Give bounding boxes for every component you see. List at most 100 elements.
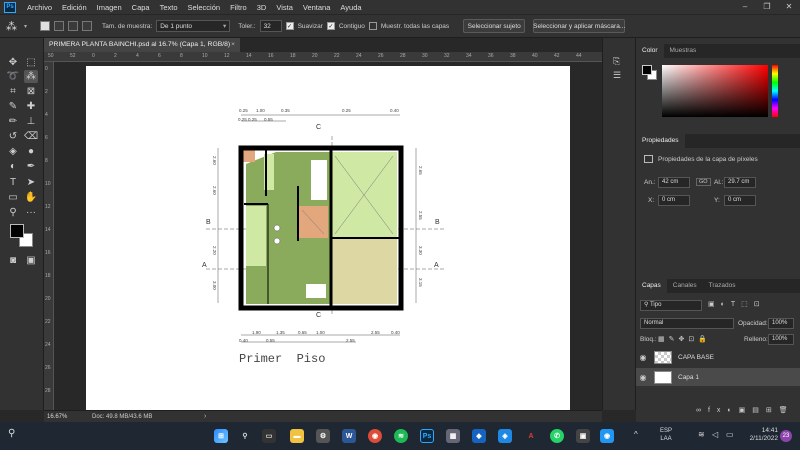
path-select-tool-icon[interactable]: ➤ [24,176,38,189]
menu-3d[interactable]: 3D [252,3,272,12]
link-icon[interactable]: GO [696,178,711,186]
photoshop-icon[interactable]: Ps [420,429,434,443]
maximize-button[interactable]: ❐ [756,0,778,14]
width-input[interactable]: 42 cm [658,177,690,188]
magic-wand-icon[interactable]: ⁂ [6,20,20,33]
frame-tool-icon[interactable]: ⊠ [24,85,38,98]
word-icon[interactable]: W [342,429,356,443]
calculator-icon[interactable]: ▦ [446,429,460,443]
zoom-level[interactable]: 16.67% [44,414,74,420]
windows-start-icon[interactable]: ⊞ [214,429,228,443]
menu-texto[interactable]: Texto [155,3,183,12]
foreground-color-swatch[interactable] [642,65,652,75]
color-picker-field[interactable] [662,65,768,117]
app-icon[interactable]: ▣ [576,429,590,443]
wifi-icon[interactable]: ≋ [698,430,705,439]
clock[interactable]: 14:41 2/11/2022 [742,427,778,443]
pen-tool-icon[interactable]: ✒ [24,160,38,173]
tab-color[interactable]: Color [636,44,664,58]
move-tool-icon[interactable]: ✥ [6,56,20,69]
horizontal-ruler[interactable]: 50 52 0 2 4 6 8 10 12 14 16 18 20 22 24 26 28 30 32 34 36 38 4… [44,52,602,62]
chevron-down-icon[interactable]: ▾ [24,23,36,30]
smooth-checkbox[interactable]: ✓ [285,22,294,30]
language-indicator[interactable]: ESP LAA [660,427,672,443]
contiguous-checkbox[interactable]: ✓ [326,22,335,30]
blur-tool-icon[interactable]: ● [24,145,38,158]
app-icon[interactable]: ◉ [600,429,614,443]
healing-tool-icon[interactable]: ✚ [24,100,38,113]
x-input[interactable]: 0 cm [658,195,690,206]
menu-vista[interactable]: Vista [271,3,298,12]
hand-tool-icon[interactable]: ✋ [24,191,38,204]
dropbox-icon[interactable]: ◆ [472,429,486,443]
tolerance-input[interactable]: 32 [259,20,282,32]
height-input[interactable]: 29.7 cm [724,177,756,188]
search-icon[interactable]: ⚲ [238,429,252,443]
layer-actions[interactable]: ∞fx◐▣▤⊞🗑 [696,406,795,414]
eraser-tool-icon[interactable]: ⌫ [24,130,38,143]
sample-all-checkbox[interactable] [368,22,377,30]
file-explorer-icon[interactable]: ▬ [290,429,304,443]
layer-filter-icons[interactable]: ▣◐T⬚⊡ [708,300,766,308]
lasso-tool-icon[interactable]: ➰ [6,70,20,83]
menu-ayuda[interactable]: Ayuda [335,3,366,12]
add-selection-button[interactable] [54,21,64,31]
volume-icon[interactable]: ◁ [712,430,718,439]
tab-channels[interactable]: Canales [667,279,703,293]
vertical-ruler[interactable]: 0 2 4 6 8 10 12 14 16 18 20 22 24 26 28 [44,62,54,410]
eye-icon[interactable]: ◉ [636,353,650,362]
document-canvas[interactable]: 0.25 1.00 0.35 0.25 0.40 0.25 0.25 0.55 … [86,66,570,410]
chrome-icon[interactable]: ◉ [368,429,382,443]
search-icon[interactable]: ⚲ [8,428,15,439]
menu-imagen[interactable]: Imagen [92,3,127,12]
notification-badge[interactable]: 23 [780,430,792,442]
menu-archivo[interactable]: Archivo [22,3,57,12]
rectangle-tool-icon[interactable]: ▭ [6,191,20,204]
tab-swatches[interactable]: Muestras [664,44,703,58]
battery-icon[interactable]: ▭ [726,430,734,439]
autocad-icon[interactable]: A [524,429,538,443]
close-icon[interactable]: × [231,38,235,52]
zoom-tool-icon[interactable]: ⚲ [6,206,20,219]
tab-paths[interactable]: Trazados [703,279,742,293]
minimize-button[interactable]: – [734,0,756,14]
blend-mode-select[interactable]: Normal [640,318,734,329]
quick-mask-icon[interactable]: ◙ [6,254,20,267]
lock-icons[interactable]: ▦✎✥⊡🔒 [658,335,711,343]
hue-slider[interactable] [772,65,778,117]
history-panel-icon[interactable]: ⎘ [613,56,620,67]
sample-size-select[interactable]: De 1 punto ▾ [156,20,231,32]
eye-icon[interactable]: ◉ [636,373,650,382]
menu-capa[interactable]: Capa [127,3,155,12]
settings-icon[interactable]: ⚙ [316,429,330,443]
eyedropper-tool-icon[interactable]: ✎ [6,100,20,113]
magic-wand-tool-icon[interactable]: ⁂ [24,70,38,83]
menu-ventana[interactable]: Ventana [298,3,336,12]
adjustments-panel-icon[interactable]: ☰ [613,70,621,81]
tab-layers[interactable]: Capas [636,279,667,293]
type-tool-icon[interactable]: T [6,176,20,189]
task-view-icon[interactable]: ▭ [262,429,276,443]
chevron-right-icon[interactable]: › [204,413,206,420]
more-tools-icon[interactable]: ··· [24,206,38,219]
select-mask-button[interactable]: Seleccionar y aplicar máscara... [533,19,625,33]
opacity-input[interactable]: 100% [768,318,794,329]
fill-input[interactable]: 100% [768,334,794,345]
y-input[interactable]: 0 cm [724,195,756,206]
app-icon[interactable]: ◈ [498,429,512,443]
tab-properties[interactable]: Propiedades [636,134,685,148]
paint-bucket-tool-icon[interactable]: ◈ [6,145,20,158]
marquee-tool-icon[interactable]: ⬚ [24,56,38,69]
stamp-tool-icon[interactable]: ⊥ [24,115,38,128]
chevron-up-icon[interactable]: ^ [634,430,638,439]
screen-mode-icon[interactable]: ▣ [24,254,38,267]
foreground-color-swatch[interactable] [10,224,24,238]
history-brush-tool-icon[interactable]: ↺ [6,130,20,143]
brush-tool-icon[interactable]: ✏ [6,115,20,128]
spotify-icon[interactable]: ≋ [394,429,408,443]
intersect-selection-button[interactable] [82,21,92,31]
menu-seleccion[interactable]: Selección [183,3,226,12]
crop-tool-icon[interactable]: ⌗ [6,85,20,98]
dodge-tool-icon[interactable]: ◐ [6,160,20,173]
menu-filtro[interactable]: Filtro [225,3,252,12]
